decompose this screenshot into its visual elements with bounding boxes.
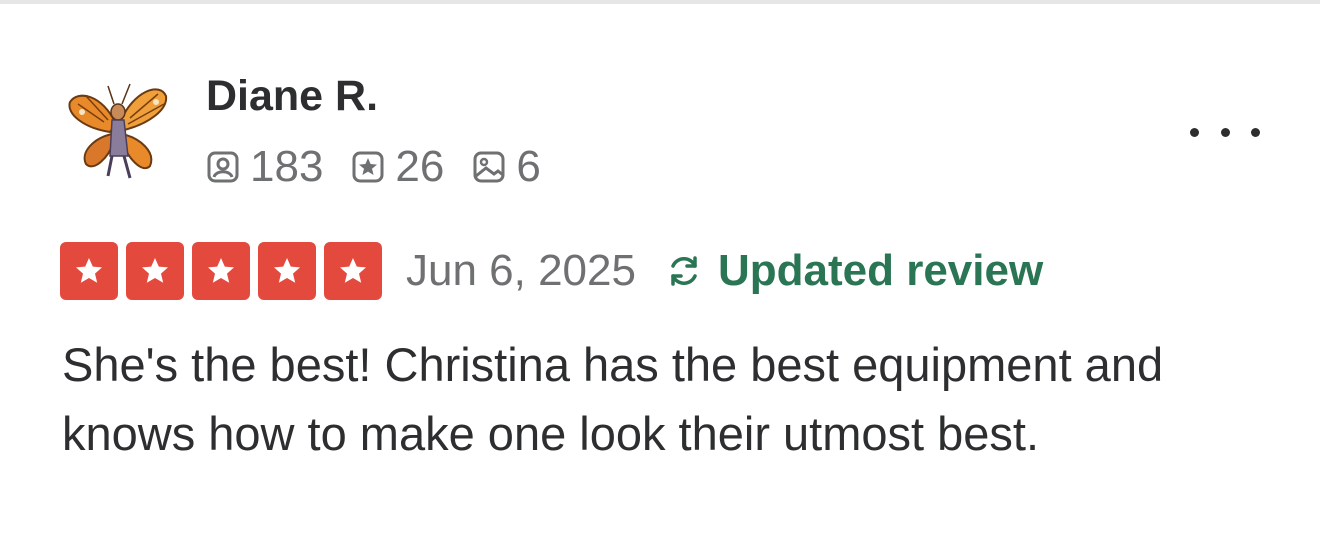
photos-stat: 6 [472,140,541,194]
updated-review-link[interactable]: Updated review [664,244,1043,298]
rating-star-icon [60,242,118,300]
friends-stat: 183 [206,140,323,194]
user-name[interactable]: Diane R. [206,70,378,122]
review-text: She's the best! Christina has the best e… [62,338,1164,460]
photo-icon [473,151,505,183]
reviews-count: 26 [395,142,445,191]
review-star-icon [352,151,384,183]
dot [1220,127,1230,137]
rating-star-icon [126,242,184,300]
friends-count: 183 [250,142,324,191]
photos-count: 6 [516,142,541,191]
reviews-stat: 26 [351,140,444,194]
rating-row: Jun 6, 2025 Updated review [60,240,1043,302]
star-rating [60,242,382,300]
rating-star-icon [192,242,250,300]
dot [1251,127,1260,137]
dot [1190,127,1199,137]
review-date: Jun 6, 2025 [406,246,636,295]
friends-icon [207,151,239,183]
top-divider [0,0,1320,4]
user-avatar[interactable] [64,72,172,188]
refresh-icon [671,256,697,286]
more-options-icon[interactable] [1190,118,1260,146]
rating-star-icon [258,242,316,300]
butterfly-fairy-avatar [68,83,168,179]
updated-review-label: Updated review [717,246,1044,295]
user-stats: 183 26 6 [206,140,569,194]
rating-star-icon [324,242,382,300]
